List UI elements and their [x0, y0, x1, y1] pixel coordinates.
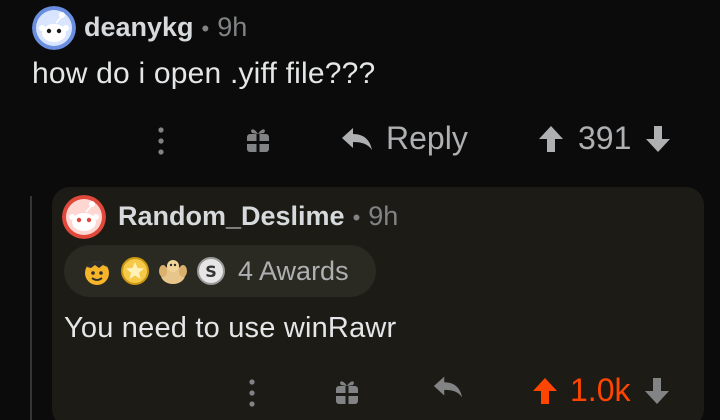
reply-arrow-icon [433, 376, 463, 398]
vote-score: 391 [578, 120, 632, 156]
silver-award-icon: S [194, 254, 228, 288]
vote-controls: 1.0k [532, 372, 670, 409]
svg-text:S: S [205, 262, 217, 281]
upvote-arrow-icon[interactable] [538, 125, 564, 153]
reply-author-name[interactable]: Random_Deslime [118, 201, 345, 232]
awards-pill[interactable]: S 4 Awards [64, 245, 376, 297]
more-options-button[interactable] [247, 378, 257, 408]
timestamp: 9h [217, 12, 248, 42]
separator-dot: • [201, 16, 210, 41]
give-award-button[interactable] [245, 124, 271, 154]
reply-button[interactable]: Reply [340, 120, 468, 157]
separator-dot: • [352, 205, 361, 230]
reply-actions: 1.0k [0, 368, 720, 418]
author-name[interactable]: deanykg [84, 12, 194, 43]
downvote-arrow-icon[interactable] [645, 125, 671, 153]
reply-timestamp: 9h [368, 201, 399, 231]
reply-arrow-icon [342, 127, 372, 150]
comment-body: how do i open .yiff file??? [32, 57, 376, 90]
gift-icon [247, 129, 269, 152]
comment-header: deanykg • 9h [84, 12, 247, 43]
gift-icon [336, 381, 358, 404]
vertical-dots-icon [249, 379, 255, 407]
vote-controls: 391 [538, 120, 671, 157]
downvote-arrow-icon[interactable] [644, 377, 670, 405]
reply-label: Reply [386, 120, 468, 156]
give-award-button[interactable] [334, 376, 360, 406]
comment: deanykg • 9h how do i open .yiff file??? [0, 0, 720, 185]
comment-actions: Reply 391 [0, 116, 720, 166]
reply-body: You need to use winRawr [64, 312, 397, 344]
more-options-button[interactable] [156, 126, 166, 156]
upvote-arrow-icon[interactable] [532, 377, 558, 405]
wholesome-award-icon [80, 254, 114, 288]
vertical-dots-icon [158, 127, 164, 155]
reply-header: Random_Deslime • 9h [118, 201, 398, 232]
reply-button[interactable] [432, 374, 464, 400]
strong-award-icon [156, 254, 190, 288]
vote-score: 1.0k [570, 372, 631, 408]
gold-award-icon [118, 254, 152, 288]
user-avatar[interactable] [32, 6, 76, 50]
awards-count: 4 Awards [238, 255, 349, 286]
reply-user-avatar[interactable] [62, 195, 106, 239]
